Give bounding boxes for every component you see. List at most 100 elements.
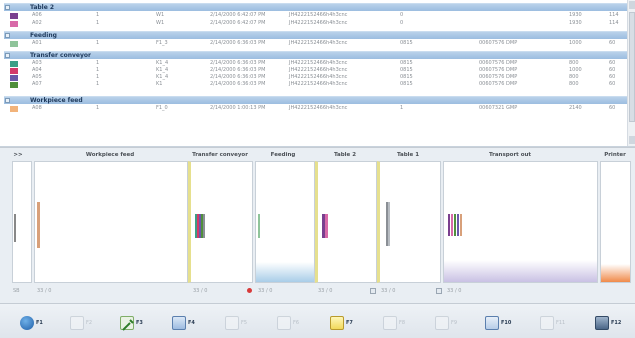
f11-button[interactable]: F11 xyxy=(540,314,565,332)
f12-button[interactable]: F12 xyxy=(595,314,621,332)
cell-b: 60 xyxy=(609,81,616,87)
cell-id: A08 xyxy=(32,105,42,111)
workpiece-marker xyxy=(448,214,450,236)
list-item[interactable]: A08 1 F1_0 2/14/2000 1:00:13 PM JH422215… xyxy=(4,105,627,112)
f2-label: F2 xyxy=(86,320,93,326)
cell-qty: 1 xyxy=(96,12,100,18)
cell-code: JH4222152466h4h3cnc xyxy=(289,40,348,46)
fill-level-feeding xyxy=(256,262,314,282)
workpiece-marker xyxy=(460,214,462,236)
expand-toggle[interactable]: >> xyxy=(13,152,22,158)
blank-icon xyxy=(540,316,554,330)
cell-code: JH4222152466h4h3cnc xyxy=(289,20,348,26)
cell-order: 00607576 DMP xyxy=(479,81,518,87)
cell-b: 114 xyxy=(609,12,619,18)
list-item[interactable]: A04 1 K1_4 2/14/2000 6:36:03 PM JH422215… xyxy=(4,67,627,74)
cell-time: 2/14/2000 6:36:03 PM xyxy=(210,81,266,87)
f12-label: F12 xyxy=(611,320,622,326)
cell-b: 114 xyxy=(609,20,619,26)
f4-button[interactable]: F4 xyxy=(172,314,195,332)
list-item[interactable]: A07 1 K1 2/14/2000 6:36:03 PM JH42221524… xyxy=(4,81,627,88)
lane-printer[interactable] xyxy=(600,161,631,283)
footer-table-2: 33 / 0 xyxy=(318,288,333,294)
lane-buffer[interactable] xyxy=(12,161,32,283)
group-header-feeding[interactable]: Feeding xyxy=(4,31,627,39)
color-swatch xyxy=(10,106,18,112)
f9-label: F9 xyxy=(451,320,458,326)
f3-button[interactable]: F3 xyxy=(120,314,143,332)
f10-label: F10 xyxy=(501,320,512,326)
cell-order: 00607576 DMP xyxy=(479,67,518,73)
collapse-icon[interactable] xyxy=(5,33,10,38)
cell-id: A07 xyxy=(32,81,42,87)
cell-position: W1 xyxy=(156,20,165,26)
workpiece-marker xyxy=(37,202,40,248)
notepad-icon xyxy=(330,316,344,330)
lane-transfer-conveyor[interactable] xyxy=(188,161,253,283)
cell-id: A06 xyxy=(32,12,42,18)
workpiece-marker xyxy=(203,214,205,238)
settings-icon[interactable] xyxy=(436,288,442,294)
cell-position: K1_4 xyxy=(156,74,169,80)
cell-qty: 1 xyxy=(96,81,100,87)
f1-button[interactable]: F1 xyxy=(20,314,43,332)
list-item[interactable]: A01 1 F1_3 2/14/2000 6:36:03 PM JH422215… xyxy=(4,40,627,47)
cell-b: 60 xyxy=(609,60,616,66)
color-swatch xyxy=(10,41,18,47)
cell-number: 0815 xyxy=(400,74,413,80)
group-header-workpiece-feed[interactable]: Workpiece feed xyxy=(4,96,627,104)
cell-time: 2/14/2000 6:36:03 PM xyxy=(210,67,266,73)
scanner-icon xyxy=(172,316,186,330)
cell-id: A04 xyxy=(32,67,42,73)
list-scrollbar[interactable] xyxy=(627,0,635,146)
collapse-icon[interactable] xyxy=(5,5,10,10)
collapse-icon[interactable] xyxy=(5,53,10,58)
f7-label: F7 xyxy=(346,320,353,326)
list-item[interactable]: A05 1 K1_4 2/14/2000 6:36:03 PM JH422215… xyxy=(4,74,627,81)
list-item[interactable]: A03 1 K1_4 2/14/2000 6:36:03 PM JH422215… xyxy=(4,60,627,67)
cell-number: 0815 xyxy=(400,60,413,66)
lane-workpiece-feed[interactable] xyxy=(34,161,188,283)
workpiece-list: Table 2 A06 1 W1 2/14/2000 6:42:07 PM JH… xyxy=(0,0,635,147)
cell-qty: 1 xyxy=(96,20,100,26)
f5-button[interactable]: F5 xyxy=(225,314,247,332)
f1-label: F1 xyxy=(36,320,43,326)
cell-position: W1 xyxy=(156,12,165,18)
group-header-table-2[interactable]: Table 2 xyxy=(4,3,627,11)
cell-qty: 1 xyxy=(96,105,100,111)
cell-time: 2/14/2000 6:36:03 PM xyxy=(210,74,266,80)
lane-transport-out[interactable] xyxy=(443,161,598,283)
f7-button[interactable]: F7 xyxy=(330,314,353,332)
cell-a: 800 xyxy=(569,60,579,66)
cell-qty: 1 xyxy=(96,74,100,80)
cell-a: 800 xyxy=(569,74,579,80)
cell-order: 00607576 DMP xyxy=(479,40,518,46)
settings-icon[interactable] xyxy=(370,288,376,294)
column-label-table-1: Table 1 xyxy=(396,152,420,158)
cell-b: 60 xyxy=(609,67,616,73)
f6-label: F6 xyxy=(293,320,300,326)
f8-button[interactable]: F8 xyxy=(383,314,405,332)
list-item[interactable]: A02 1 W1 2/14/2000 6:42:07 PM JH42221524… xyxy=(4,20,627,27)
cell-time: 2/14/2000 6:42:07 PM xyxy=(210,12,266,18)
lane-feeding[interactable] xyxy=(255,161,315,283)
clipboard-icon xyxy=(485,316,499,330)
lane-table-2[interactable] xyxy=(315,161,377,283)
collapse-icon[interactable] xyxy=(5,98,10,103)
f9-button[interactable]: F9 xyxy=(435,314,457,332)
f10-button[interactable]: F10 xyxy=(485,314,511,332)
list-item[interactable]: A06 1 W1 2/14/2000 6:42:07 PM JH42221524… xyxy=(4,12,627,19)
group-label: Feeding xyxy=(30,32,57,39)
f2-button[interactable]: F2 xyxy=(70,314,92,332)
scroll-thumb[interactable] xyxy=(629,12,635,122)
cell-a: 800 xyxy=(569,81,579,87)
scroll-up-arrow[interactable] xyxy=(629,1,635,9)
cell-code: JH4222152466h4h3cnc xyxy=(289,60,348,66)
f6-button[interactable]: F6 xyxy=(277,314,299,332)
group-header-transfer-conveyor[interactable]: Transfer conveyor xyxy=(4,51,627,59)
cell-position: K1_4 xyxy=(156,60,169,66)
cell-number: 0815 xyxy=(400,40,413,46)
lane-table-1[interactable] xyxy=(377,161,441,283)
scroll-down-arrow[interactable] xyxy=(629,136,635,144)
cell-time: 2/14/2000 1:00:13 PM xyxy=(210,105,266,111)
